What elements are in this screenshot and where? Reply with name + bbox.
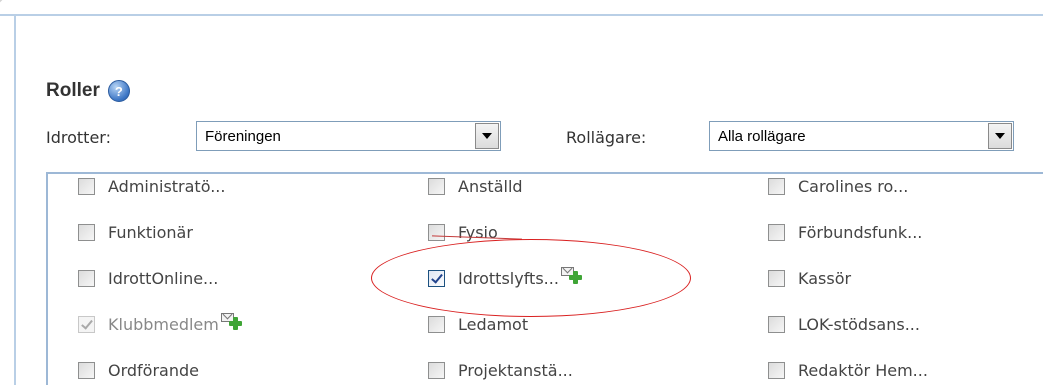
role-checkbox[interactable] — [78, 177, 95, 195]
chevron-down-icon — [995, 133, 1005, 139]
add-mail-icon[interactable] — [560, 267, 583, 284]
role-checkbox[interactable] — [428, 361, 445, 379]
role-item[interactable]: Funktionär — [78, 214, 193, 250]
role-label: Förbundsfunk... — [798, 222, 923, 242]
role-checkbox[interactable] — [768, 177, 785, 195]
role-label: Kassör — [798, 268, 852, 288]
role-checkbox[interactable] — [768, 269, 785, 287]
role-checkbox[interactable] — [78, 223, 95, 241]
add-mail-icon[interactable] — [220, 313, 243, 330]
sport-select-dropdown-button[interactable] — [475, 123, 499, 149]
owner-filter-label: Rollägare: — [566, 128, 647, 147]
role-label: Projektanstä... — [458, 360, 573, 380]
panel-left-border — [0, 14, 16, 385]
role-item[interactable]: IdrottOnline... — [78, 260, 218, 296]
role-item[interactable]: Ledamot — [428, 306, 528, 342]
sport-select[interactable]: Föreningen — [196, 121, 501, 151]
sport-select-value: Föreningen — [205, 127, 281, 145]
chevron-down-icon — [482, 133, 492, 139]
role-checkbox[interactable] — [78, 269, 95, 287]
role-label: Fysio — [458, 222, 498, 242]
role-item[interactable]: Fysio — [428, 214, 498, 250]
role-label: Funktionär — [108, 222, 193, 242]
role-item[interactable]: Projektanstä... — [428, 352, 573, 385]
role-item[interactable]: Redaktör Hem... — [768, 352, 928, 385]
sport-filter-label: Idrotter: — [46, 128, 111, 147]
role-item[interactable]: Ordförande — [78, 352, 199, 385]
role-label: Ordförande — [108, 360, 199, 380]
role-label: LOK-stödsans... — [798, 314, 920, 334]
role-label: Administratö... — [108, 176, 226, 196]
help-icon[interactable]: ? — [107, 80, 130, 102]
role-label: Idrottslyfts... — [458, 268, 559, 288]
role-label: Anställd — [458, 176, 523, 196]
panel-corner-decoration — [0, 0, 60, 60]
role-checkbox — [78, 315, 95, 333]
role-checkbox[interactable] — [768, 361, 785, 379]
panel-top-border — [0, 0, 1043, 16]
role-item[interactable]: Administratö... — [78, 174, 226, 204]
role-item[interactable]: Förbundsfunk... — [768, 214, 922, 250]
role-checkbox[interactable] — [428, 269, 445, 287]
owner-select-dropdown-button[interactable] — [988, 123, 1012, 149]
role-item[interactable]: LOK-stödsans... — [768, 306, 920, 342]
role-item[interactable]: Carolines ro... — [768, 174, 909, 204]
role-label: Klubbmedlem — [108, 314, 219, 334]
role-label: IdrottOnline... — [108, 268, 219, 288]
role-checkbox[interactable] — [78, 361, 95, 379]
role-item[interactable]: Kassör — [768, 260, 851, 296]
section-title: Roller — [46, 80, 100, 101]
role-item: Klubbmedlem — [78, 306, 243, 342]
roles-list[interactable]: Administratö... Anställd Carolines ro... Fu… — [46, 172, 1043, 385]
owner-select-value: Alla rollägare — [718, 127, 806, 145]
role-checkbox[interactable] — [428, 177, 445, 195]
role-item[interactable]: Anställd — [428, 174, 523, 204]
role-item[interactable]: Idrottslyfts... — [428, 260, 583, 296]
role-label: Carolines ro... — [798, 176, 909, 196]
section-heading: Roller ? — [46, 78, 130, 104]
owner-select[interactable]: Alla rollägare — [709, 121, 1014, 151]
role-checkbox[interactable] — [428, 223, 445, 241]
role-checkbox[interactable] — [768, 315, 785, 333]
role-checkbox[interactable] — [428, 315, 445, 333]
role-label: Ledamot — [458, 314, 529, 334]
role-label: Redaktör Hem... — [798, 360, 928, 380]
role-checkbox[interactable] — [768, 223, 785, 241]
